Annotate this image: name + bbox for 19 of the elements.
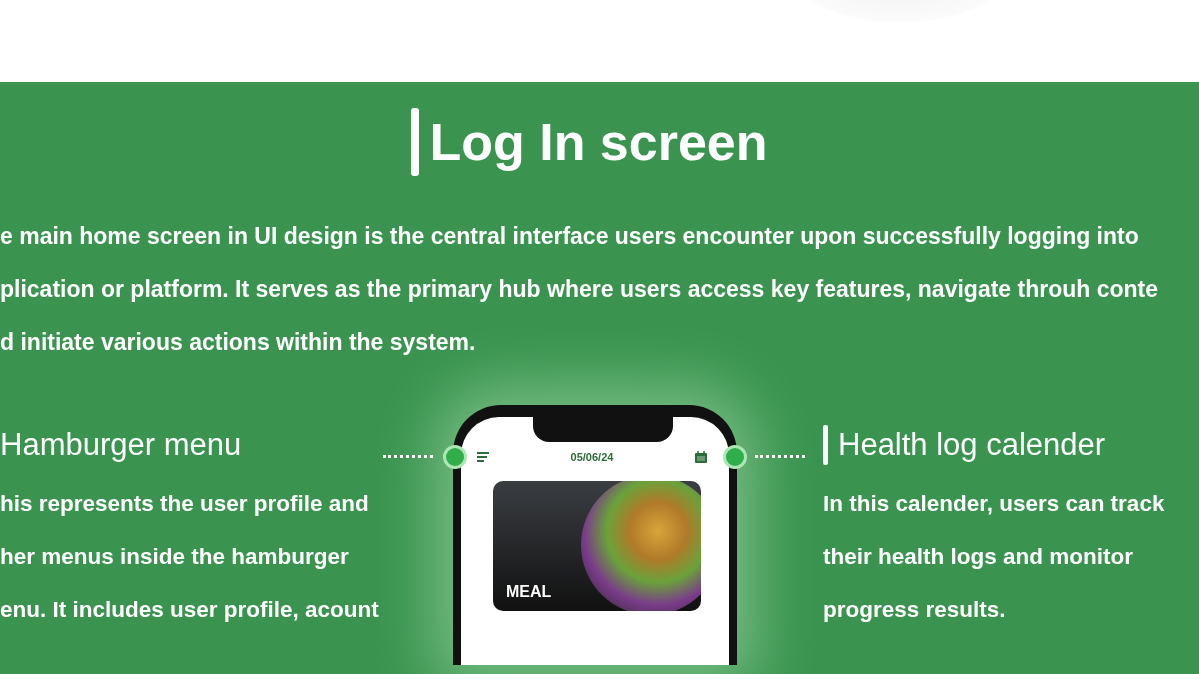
callout-text: their health logs and monitor [823, 543, 1134, 571]
description-text: e main home screen in UI design is the central interface users encounter upon successfully logging into [0, 222, 1140, 251]
callout-heading: Health log calender [838, 426, 1106, 464]
callout-text: his represents the user profile and [0, 490, 370, 518]
section-title: Log In screen [429, 112, 768, 173]
date-label: 05/06/24 [570, 451, 614, 463]
card-label: MEAL [506, 583, 552, 601]
callout-heading: Hamburger menu [0, 426, 242, 464]
heading-bar [823, 425, 828, 465]
callout-text: her menus inside the hamburger [0, 543, 350, 571]
callout-text: In this calender, users can track [823, 490, 1166, 518]
title-bar [411, 108, 420, 176]
menu-icon[interactable] [477, 452, 489, 462]
description-text: d initiate various actions within the system. [0, 328, 477, 357]
meal-card[interactable]: MEAL [493, 481, 701, 611]
description-text: plication or platform. It serves as the primary hub where users access key features, navigate throuh conte [0, 275, 1160, 304]
calendar-icon[interactable] [695, 451, 707, 463]
callout-text: progress results. [823, 596, 1007, 624]
callout-text: enu. It includes user profile, acount [0, 596, 380, 624]
